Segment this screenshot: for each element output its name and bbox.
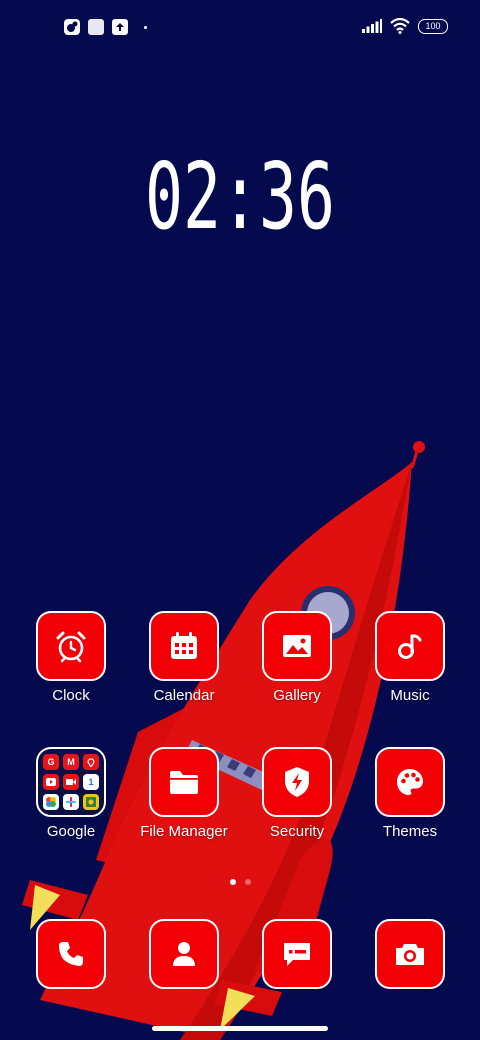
- contacts-app-tile[interactable]: [149, 919, 219, 989]
- dock-contacts[interactable]: [124, 919, 244, 989]
- app-clock[interactable]: Clock: [11, 611, 131, 704]
- camera-icon: [396, 944, 424, 965]
- contacts-icon: [173, 942, 195, 966]
- palette-icon: [397, 769, 423, 795]
- signal-bars-icon: [362, 19, 382, 33]
- music-note-icon: [398, 634, 422, 659]
- folder-mini-game-icon: [83, 794, 99, 810]
- app-themes[interactable]: Themes: [350, 747, 470, 840]
- clock-time-graphic: 02:36: [145, 148, 335, 234]
- alarm-clock-icon: [56, 631, 86, 663]
- messages-app-tile[interactable]: [262, 919, 332, 989]
- gallery-app-tile[interactable]: [262, 611, 332, 681]
- app-folder-google[interactable]: G M 1 Google: [11, 747, 131, 840]
- home-gesture-bar[interactable]: [152, 1026, 328, 1031]
- message-icon: [284, 943, 310, 966]
- wifi-icon: [390, 18, 410, 34]
- folder-mini-slack-icon: [63, 794, 79, 810]
- calendar-app-tile[interactable]: [149, 611, 219, 681]
- folder-mini-maps-icon: [83, 754, 99, 770]
- folder-mini-one-icon: 1: [83, 774, 99, 790]
- folder-mini-google-icon: G: [43, 754, 59, 770]
- clock-app-tile[interactable]: [36, 611, 106, 681]
- clock-time: 02:36: [145, 148, 335, 234]
- app-label: Clock: [52, 687, 90, 704]
- image-icon: [283, 635, 311, 657]
- folder-mini-photos-icon: [43, 794, 59, 810]
- calendar-icon: [171, 632, 197, 659]
- app-calendar[interactable]: Calendar: [124, 611, 244, 704]
- folder-mini-meet-icon: [63, 774, 79, 790]
- square-notification-icon: [88, 19, 104, 35]
- more-notifications-dot: [144, 25, 147, 29]
- app-label: Calendar: [153, 687, 215, 704]
- dock-phone[interactable]: [11, 919, 131, 989]
- google-folder-tile[interactable]: G M 1: [36, 747, 106, 817]
- security-app-tile[interactable]: [262, 747, 332, 817]
- system-icons: 100: [362, 18, 448, 34]
- page-indicator: [0, 879, 480, 885]
- app-label: Google: [46, 823, 96, 840]
- shield-bolt-icon: [285, 767, 309, 797]
- page-dot-active[interactable]: [229, 879, 236, 885]
- app-security[interactable]: Security: [237, 747, 357, 840]
- dock-camera[interactable]: [350, 919, 470, 989]
- file-manager-app-tile[interactable]: [149, 747, 219, 817]
- app-label: File Manager: [140, 823, 228, 840]
- app-music[interactable]: Music: [350, 611, 470, 704]
- notification-icons: [64, 19, 147, 35]
- themes-app-tile[interactable]: [375, 747, 445, 817]
- folder-icon: [170, 771, 198, 794]
- phone-app-tile[interactable]: [36, 919, 106, 989]
- music-app-tile[interactable]: [375, 611, 445, 681]
- status-bar: 100: [0, 0, 480, 56]
- folder-mini-gmail-icon: M: [63, 754, 79, 770]
- upload-notification-icon: [112, 19, 128, 35]
- app-label: Gallery: [273, 687, 321, 704]
- camera-app-tile[interactable]: [375, 919, 445, 989]
- clock-widget[interactable]: 02:36: [0, 148, 480, 248]
- page-dot[interactable]: [244, 879, 251, 885]
- dock-messages[interactable]: [237, 919, 357, 989]
- app-label: Music: [390, 687, 430, 704]
- app-file-manager[interactable]: File Manager: [124, 747, 244, 840]
- app-label: Themes: [382, 823, 438, 840]
- app-gallery[interactable]: Gallery: [237, 611, 357, 704]
- folder-mini-youtube-icon: [43, 774, 59, 790]
- app-notification-icon: [64, 19, 80, 35]
- phone-icon: [59, 942, 83, 966]
- battery-icon: 100: [418, 18, 448, 34]
- app-label: Security: [269, 823, 325, 840]
